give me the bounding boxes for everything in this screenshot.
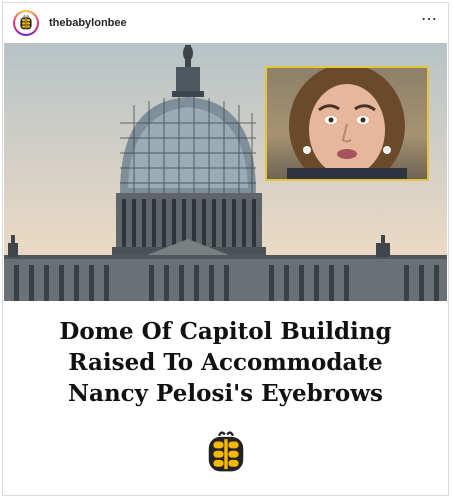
post-username[interactable]: thebabylonbee — [49, 17, 127, 29]
headline-line-2: Raised To Accommodate — [68, 349, 383, 376]
ellipsis-icon[interactable]: ⋯ — [421, 12, 438, 28]
babylon-bee-logo-icon — [15, 11, 37, 34]
inset-portrait-photo — [265, 66, 429, 181]
headline-block: Dome Of Capitol Building Raised To Accom… — [3, 303, 448, 409]
post-image[interactable] — [4, 43, 447, 301]
instagram-post: thebabylonbee ⋯ Dome Of Capitol Building… — [2, 2, 449, 496]
babylon-bee-logo-icon — [203, 430, 249, 476]
headline-line-1: Dome Of Capitol Building — [59, 318, 392, 345]
profile-avatar[interactable] — [13, 9, 39, 36]
headline-line-3: Nancy Pelosi's Eyebrows — [68, 380, 383, 407]
headline-text: Dome Of Capitol Building Raised To Accom… — [3, 316, 448, 409]
portrait-illustration — [287, 68, 407, 179]
post-header: thebabylonbee ⋯ — [3, 3, 448, 42]
